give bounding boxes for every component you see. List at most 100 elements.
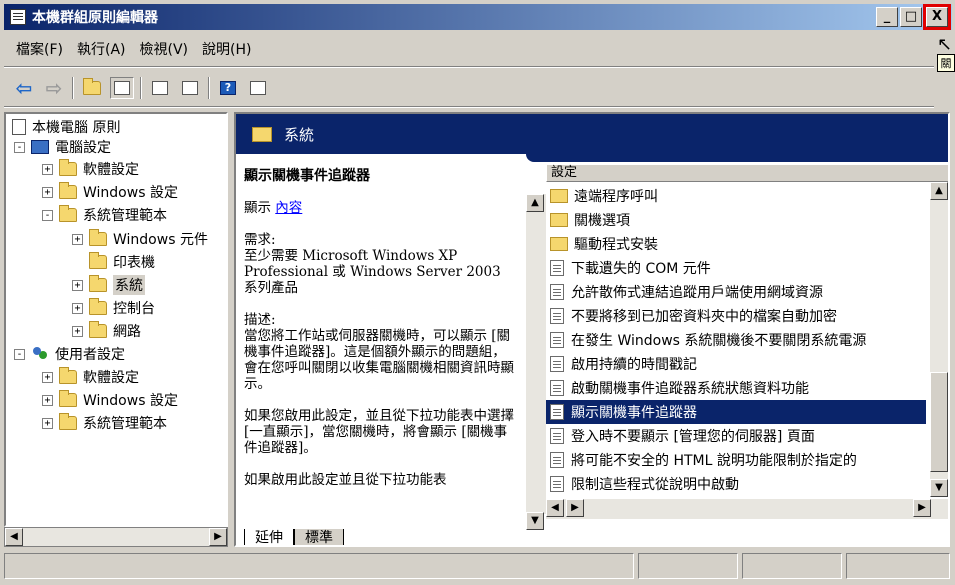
tree-node-computer-config[interactable]: - 電腦設定	[14, 136, 111, 158]
title-bar[interactable]: 本機群組原則編輯器 _ □ X	[4, 4, 952, 30]
list-item[interactable]: 限制這些程式從說明中啟動	[546, 472, 926, 496]
scroll-down-icon[interactable]: ▼	[930, 479, 948, 497]
folder-icon	[59, 159, 77, 176]
menu-file[interactable]: 檔案(F)	[16, 39, 63, 59]
status-pane	[846, 553, 950, 579]
list-item[interactable]: 下載遺失的 COM 元件	[546, 256, 926, 280]
view-tabs: 延伸 標準	[244, 529, 344, 545]
status-pane	[4, 553, 634, 579]
menu-help[interactable]: 說明(H)	[202, 39, 251, 59]
tree-node-root[interactable]: 本機電腦 原則	[12, 116, 120, 138]
setting-icon	[550, 452, 564, 468]
expand-toggle[interactable]: +	[72, 233, 83, 245]
minimize-button[interactable]: _	[876, 7, 898, 27]
menu-view[interactable]: 檢視(V)	[140, 39, 189, 59]
expand-toggle[interactable]: +	[72, 302, 83, 314]
collapse-toggle[interactable]: -	[42, 209, 53, 221]
scroll-thumb[interactable]	[930, 372, 948, 472]
settings-list: 設定 遠端程序呼叫 關機選項 驅動程式安裝 下載遺失的 COM 元件 允許散佈式…	[546, 164, 948, 519]
description-title: 顯示關機事件追蹤器	[244, 168, 370, 184]
tab-standard[interactable]: 標準	[294, 529, 344, 545]
list-item[interactable]: 登入時不要顯示 [管理您的伺服器] 頁面	[546, 424, 926, 448]
expand-toggle[interactable]: +	[42, 394, 53, 406]
list-vertical-scrollbar[interactable]: ▲ ▼	[930, 182, 948, 497]
tab-extended[interactable]: 延伸	[244, 529, 294, 545]
tree-node-windows-settings[interactable]: + Windows 設定	[42, 181, 178, 203]
tree-horizontal-scrollbar[interactable]: ◀ ▶	[4, 527, 228, 547]
expand-toggle[interactable]: +	[42, 186, 53, 198]
list-item[interactable]: 啟動關機事件追蹤器系統狀態資料功能	[546, 376, 926, 400]
tree-node-user-software[interactable]: + 軟體設定	[42, 366, 139, 388]
tree-node-system[interactable]: + 系統	[72, 274, 145, 296]
forward-arrow-icon[interactable]: ⇨	[42, 76, 66, 100]
properties-link[interactable]: 內容	[275, 200, 302, 216]
scroll-up-icon[interactable]: ▲	[930, 182, 948, 200]
folder-icon	[89, 298, 107, 315]
help-icon[interactable]: ?	[216, 77, 240, 99]
extended-view-icon[interactable]	[246, 77, 270, 99]
tree-node-admin-templates[interactable]: - 系統管理範本	[42, 204, 167, 226]
expand-toggle[interactable]: +	[42, 417, 53, 429]
tree-node-user-admin-templates[interactable]: + 系統管理範本	[42, 412, 167, 434]
list-item-selected[interactable]: 顯示關機事件追蹤器	[546, 400, 926, 424]
maximize-button[interactable]: □	[900, 7, 922, 27]
properties-icon[interactable]	[148, 77, 172, 99]
status-pane	[742, 553, 842, 579]
folder-icon	[89, 321, 107, 338]
tree-node-user-windows-settings[interactable]: + Windows 設定	[42, 389, 178, 411]
menu-action[interactable]: 執行(A)	[77, 39, 126, 59]
collapse-toggle[interactable]: -	[14, 141, 25, 153]
tree-node-network[interactable]: + 網路	[72, 320, 141, 342]
list-item[interactable]: 將可能不安全的 HTML 說明功能限制於指定的	[546, 448, 926, 472]
up-folder-icon[interactable]	[80, 77, 104, 99]
menu-divider	[4, 66, 934, 68]
list-item[interactable]: 不要將移到已加密資料夾中的檔案自動加密	[546, 304, 926, 328]
list-horizontal-scrollbar[interactable]: ◀ ▶ ▶	[546, 499, 948, 519]
users-icon	[31, 346, 49, 362]
collapse-toggle[interactable]: -	[14, 348, 25, 360]
scroll-right-icon[interactable]: ▶	[566, 499, 584, 517]
scroll-left-icon[interactable]: ◀	[5, 528, 23, 546]
tree-node-user-config[interactable]: - 使用者設定	[14, 343, 125, 365]
folder-icon	[89, 252, 107, 269]
scroll-left-icon[interactable]: ◀	[546, 499, 564, 517]
expand-toggle[interactable]: +	[72, 325, 83, 337]
tree-node-software[interactable]: + 軟體設定	[42, 158, 139, 180]
expand-toggle[interactable]: +	[42, 371, 53, 383]
requirements-label: 需求:	[244, 232, 276, 248]
folder-icon	[550, 237, 568, 251]
folder-icon	[252, 126, 272, 142]
scroll-right-icon[interactable]: ▶	[209, 528, 227, 546]
back-arrow-icon[interactable]: ⇦	[12, 76, 36, 100]
window-title: 本機群組原則編輯器	[32, 10, 158, 26]
close-button[interactable]: X	[923, 4, 951, 30]
folder-icon	[550, 213, 568, 227]
expand-toggle[interactable]: +	[42, 163, 53, 175]
list-item[interactable]: 允許散佈式連結追蹤用戶端使用網域資源	[546, 280, 926, 304]
list-item[interactable]: 驅動程式安裝	[546, 232, 926, 256]
scroll-down-icon[interactable]: ▼	[526, 512, 544, 530]
scroll-up-icon[interactable]: ▲	[526, 194, 544, 212]
column-header-setting[interactable]: 設定	[546, 164, 948, 182]
tree-node-windows-components[interactable]: + Windows 元件	[72, 228, 208, 250]
setting-icon	[550, 284, 564, 300]
expand-toggle[interactable]: +	[72, 279, 83, 291]
export-list-icon[interactable]	[178, 77, 202, 99]
description-panel: 顯示關機事件追蹤器 顯示 內容 需求: 至少需要 Microsoft Windo…	[244, 168, 516, 528]
policy-icon	[12, 119, 26, 135]
scroll-right-icon[interactable]: ▶	[913, 499, 931, 517]
console-tree: 本機電腦 原則 - 電腦設定 + 軟體設定 + Windows 設定 - 系統管…	[4, 112, 228, 527]
description-scrollbar[interactable]: ▲ ▼	[526, 194, 546, 530]
list-item[interactable]: 遠端程序呼叫	[546, 184, 926, 208]
status-bar	[4, 553, 950, 581]
list-item[interactable]: 啟用持續的時間戳記	[546, 352, 926, 376]
tree-node-control-panel[interactable]: + 控制台	[72, 297, 155, 319]
folder-icon	[59, 367, 77, 384]
folder-icon	[550, 189, 568, 203]
window: 本機群組原則編輯器 _ □ X ↖ 關 檔案(F) 執行(A) 檢視(V) 說明…	[0, 0, 955, 585]
setting-icon	[550, 332, 564, 348]
list-item[interactable]: 關機選項	[546, 208, 926, 232]
list-item[interactable]: 在發生 Windows 系統關機後不要關閉系統電源	[546, 328, 926, 352]
show-tree-icon[interactable]	[110, 77, 134, 99]
tree-node-printers[interactable]: 印表機	[89, 251, 155, 273]
